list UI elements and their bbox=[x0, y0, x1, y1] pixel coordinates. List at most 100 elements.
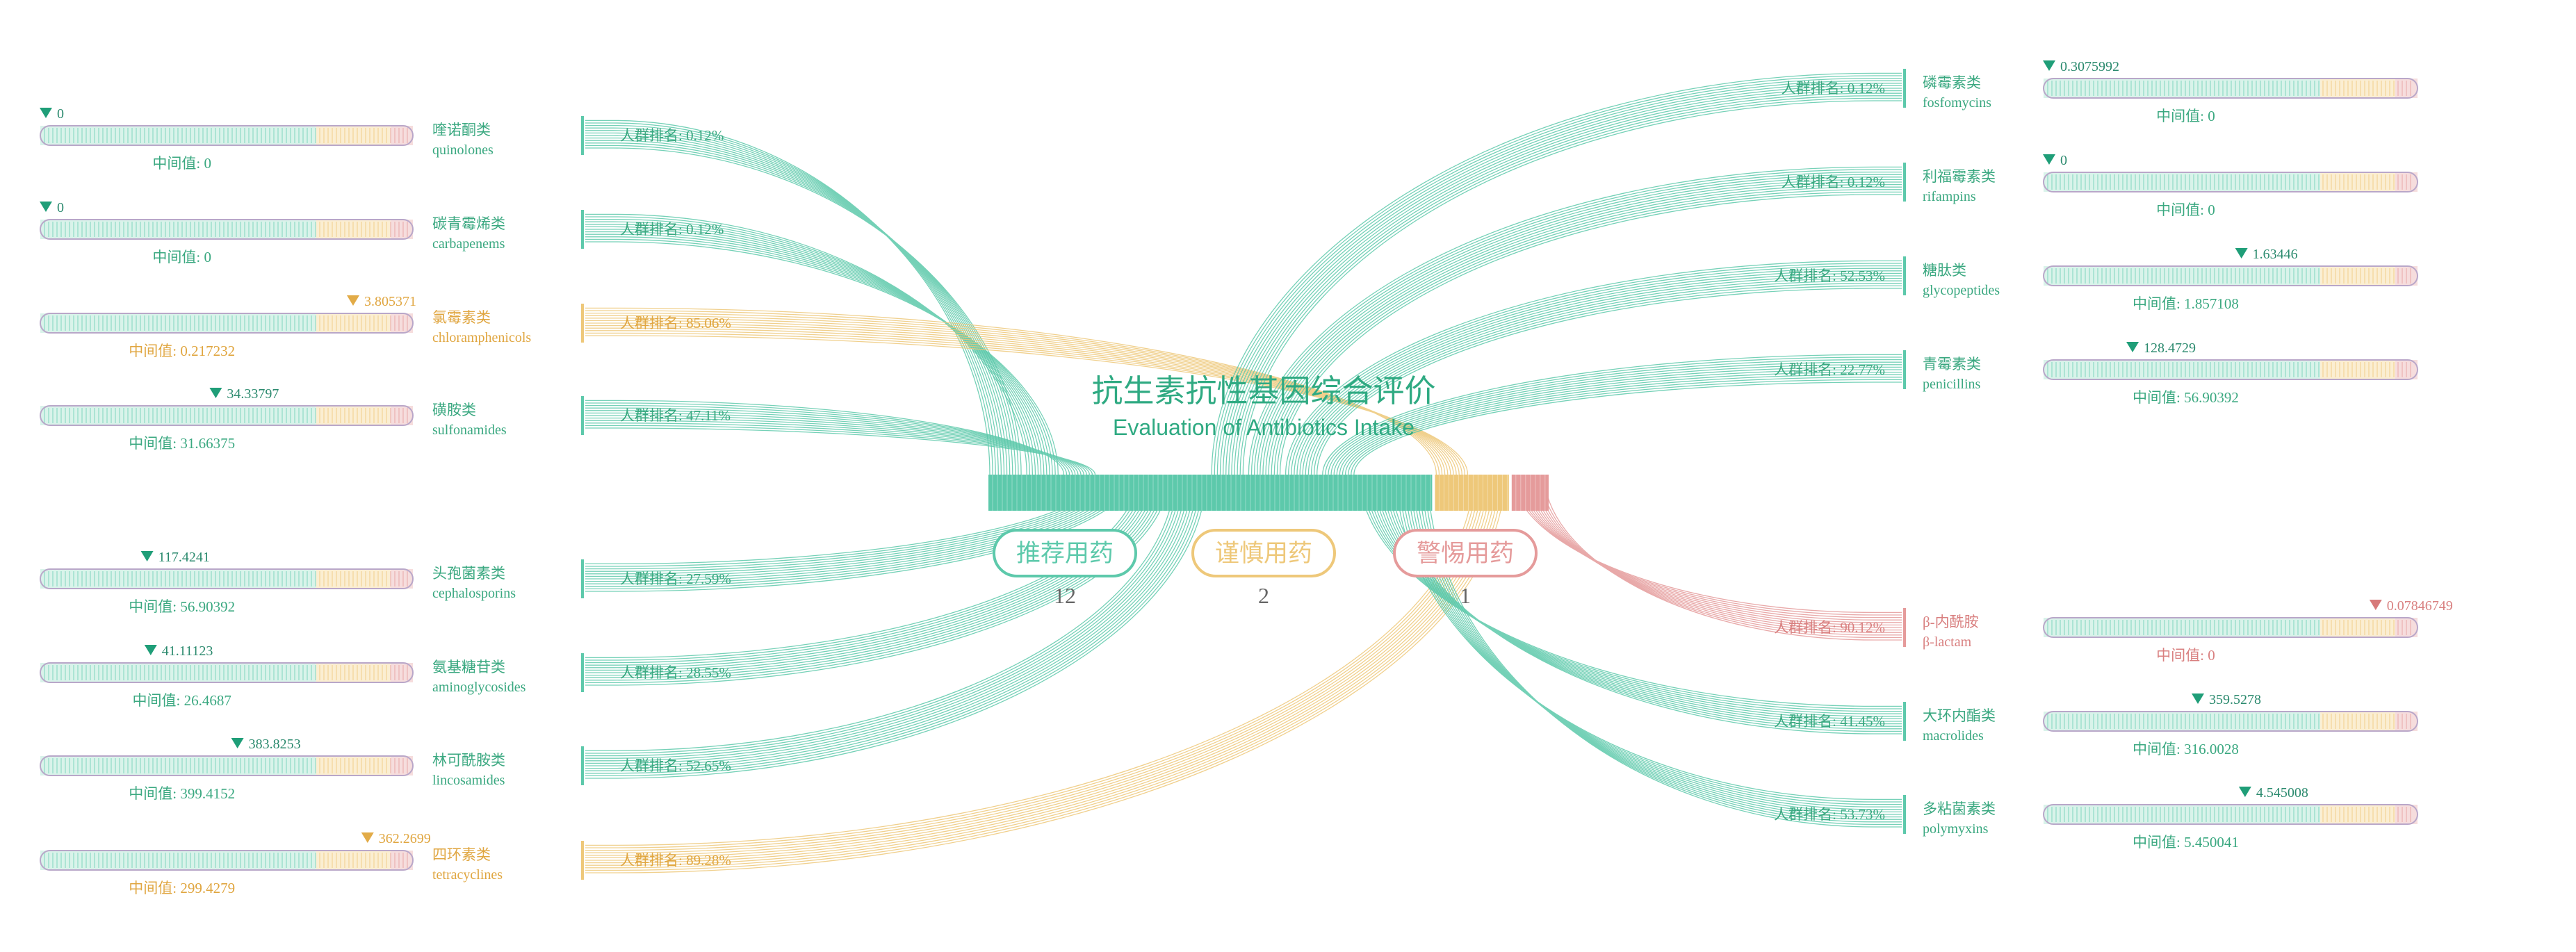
right-item-lactam-rank: 人群排名: 90.12% bbox=[1774, 619, 1885, 636]
right-item-fosfomycins-median: 中间值: 0 bbox=[2156, 108, 2215, 124]
left-item-carbapenems-value: 0 bbox=[57, 200, 64, 215]
category-count-caution: 2 bbox=[1258, 583, 1269, 608]
left-item-chloramphenicols-median: 中间值: 0.217232 bbox=[129, 343, 235, 359]
category-label-alert: 警惕用药 bbox=[1417, 540, 1514, 567]
left-item-cephalosporins-name-zh: 头孢菌素类 bbox=[432, 565, 505, 582]
right-item-macrolides-value: 359.5278 bbox=[2209, 692, 2261, 707]
right-item-polymyxins-rank: 人群排名: 53.73% bbox=[1774, 806, 1885, 823]
right-item-lactam-marker bbox=[2369, 600, 2382, 610]
left-item-lincosamides-rank: 人群排名: 52.65% bbox=[620, 757, 731, 774]
left-item-carbapenems-rank: 人群排名: 0.12% bbox=[620, 221, 724, 238]
left-item-cephalosporins-rank: 人群排名: 27.59% bbox=[620, 571, 731, 587]
left-item-cephalosporins-track bbox=[40, 568, 414, 589]
link-line bbox=[1396, 474, 1902, 801]
link-line bbox=[1532, 474, 1902, 631]
left-item-tetracyclines-name-en: tetracyclines bbox=[432, 867, 503, 883]
right-item-macrolides-name-en: macrolides bbox=[1923, 728, 1984, 744]
left-item-lincosamides-median: 中间值: 399.4152 bbox=[129, 785, 235, 802]
left-item-tetracyclines-marker bbox=[361, 832, 374, 843]
right-item-penicillins-name-zh: 青霉素类 bbox=[1923, 356, 1981, 372]
left-item-aminoglycosides-track bbox=[40, 662, 414, 683]
right-item-macrolides-rank: 人群排名: 41.45% bbox=[1774, 713, 1885, 730]
left-item-sulfonamides-marker bbox=[209, 388, 222, 398]
left-item-aminoglycosides-median: 中间值: 26.4687 bbox=[133, 692, 231, 709]
right-item-rifampins-value: 0 bbox=[2060, 153, 2067, 168]
left-item-aminoglycosides-value: 41.11123 bbox=[162, 643, 213, 659]
left-item-quinolones-rank: 人群排名: 0.12% bbox=[620, 127, 724, 144]
right-item-polymyxins-name-zh: 多粘菌素类 bbox=[1923, 801, 1996, 817]
left-item-tetracyclines-track bbox=[40, 850, 414, 871]
right-item-macrolides-name-zh: 大环内酯类 bbox=[1923, 707, 1996, 724]
category-count-alert: 1 bbox=[1460, 583, 1471, 608]
right-item-fosfomycins-rank: 人群排名: 0.12% bbox=[1782, 80, 1885, 97]
right-item-rifampins-track bbox=[2043, 172, 2418, 192]
left-item-cephalosporins-value: 117.4241 bbox=[158, 550, 210, 565]
link-line bbox=[585, 474, 1178, 754]
left-item-tetracyclines-value: 362.2699 bbox=[379, 831, 431, 846]
right-item-fosfomycins-name-zh: 磷霉素类 bbox=[1923, 74, 1981, 91]
right-item-penicillins-value: 128.4729 bbox=[2144, 340, 2196, 356]
sankey-links bbox=[585, 72, 1902, 873]
left-item-chloramphenicols-name-en: chloramphenicols bbox=[432, 330, 531, 345]
chart-stage: 推荐用药 12 谨慎用药 2 警惕用药 1 0 中间值: 0 喹诺酮类 quinolones 人群… bbox=[0, 0, 2576, 952]
right-item-lactam-name-zh: β-内酰胺 bbox=[1923, 614, 1979, 630]
left-item-carbapenems-median: 中间值: 0 bbox=[152, 249, 211, 265]
right-item-fosfomycins-name-en: fosfomycins bbox=[1923, 95, 1991, 110]
right-item-lactam-link bbox=[1513, 474, 1902, 641]
left-item-quinolones-median: 中间值: 0 bbox=[152, 155, 211, 172]
right-item-polymyxins-value: 4.545008 bbox=[2256, 785, 2308, 801]
antibiotic-evaluation-chart: 推荐用药 12 谨慎用药 2 警惕用药 1 0 中间值: 0 喹诺酮类 quinolones 人群… bbox=[40, 59, 2453, 896]
link-line bbox=[1535, 474, 1902, 633]
left-item-quinolones-track bbox=[40, 125, 414, 146]
right-item-glycopeptides-marker bbox=[2235, 248, 2248, 258]
right-item-polymyxins-marker bbox=[2238, 787, 2251, 797]
left-item-sulfonamides-rank: 人群排名: 47.11% bbox=[620, 407, 731, 424]
right-item-glycopeptides-name-zh: 糖肽类 bbox=[1923, 262, 1966, 279]
link-line bbox=[585, 474, 1181, 757]
left-item-chloramphenicols-track bbox=[40, 313, 414, 334]
left-item-chloramphenicols-name-zh: 氯霉素类 bbox=[432, 309, 491, 326]
left-item-quinolones-name-zh: 喹诺酮类 bbox=[432, 122, 491, 138]
right-item-polymyxins-name-en: polymyxins bbox=[1923, 821, 1989, 837]
left-item-lincosamides-track bbox=[40, 755, 414, 776]
right-item-polymyxins-track bbox=[2043, 804, 2418, 825]
right-item-fosfomycins-track bbox=[2043, 78, 2418, 99]
left-item-carbapenems-name-en: carbapenems bbox=[432, 236, 505, 252]
right-item-macrolides-median: 中间值: 316.0028 bbox=[2133, 741, 2239, 757]
left-item-aminoglycosides-marker bbox=[144, 645, 157, 655]
left-item-sulfonamides-value: 34.33797 bbox=[227, 386, 279, 402]
right-item-fosfomycins-marker bbox=[2043, 60, 2055, 71]
right-item-penicillins-median: 中间值: 56.90392 bbox=[2133, 389, 2239, 406]
left-item-chloramphenicols-rank: 人群排名: 85.06% bbox=[620, 315, 731, 331]
left-item-lincosamides-link bbox=[585, 474, 1207, 779]
left-item-quinolones-name-en: quinolones bbox=[432, 142, 494, 158]
right-item-macrolides-marker bbox=[2192, 694, 2205, 704]
left-item-cephalosporins-marker bbox=[140, 551, 154, 561]
left-item-aminoglycosides-name-en: aminoglycosides bbox=[432, 680, 526, 695]
category-count-recommend: 12 bbox=[1054, 583, 1076, 608]
left-item-tetracyclines-median: 中间值: 299.4279 bbox=[129, 880, 235, 896]
right-item-lactam-name-en: β-lactam bbox=[1923, 634, 1972, 650]
left-item-sulfonamides-name-zh: 磺胺类 bbox=[432, 402, 476, 418]
left-item-carbapenems-marker bbox=[40, 202, 52, 212]
left-item-carbapenems-track bbox=[40, 219, 414, 240]
category-label-recommend: 推荐用药 bbox=[1016, 540, 1114, 567]
left-item-aminoglycosides-rank: 人群排名: 28.55% bbox=[620, 664, 731, 681]
chart-title: 抗生素抗性基因综合评价 bbox=[1091, 373, 1435, 409]
category-bar-recommend bbox=[988, 475, 1433, 511]
left-item-sulfonamides-track bbox=[40, 405, 414, 426]
left-item-chloramphenicols-value: 3.805371 bbox=[364, 294, 416, 309]
left-item-lincosamides-value: 383.8253 bbox=[249, 737, 301, 752]
center-stack: 推荐用药 12 谨慎用药 2 警惕用药 1 bbox=[988, 475, 1549, 608]
left-item-sulfonamides-name-en: sulfonamides bbox=[432, 422, 507, 438]
left-item-lincosamides-marker bbox=[231, 738, 244, 748]
right-item-glycopeptides-name-en: glycopeptides bbox=[1923, 283, 2000, 298]
left-item-cephalosporins-name-en: cephalosporins bbox=[432, 586, 516, 601]
right-item-rifampins-name-en: rifampins bbox=[1923, 189, 1976, 204]
right-item-polymyxins-median: 中间值: 5.450041 bbox=[2133, 834, 2239, 851]
left-item-chloramphenicols-marker bbox=[347, 295, 359, 306]
right-item-penicillins-marker bbox=[2126, 342, 2139, 352]
category-label-caution: 谨慎用药 bbox=[1215, 540, 1312, 567]
right-item-lactam-track bbox=[2043, 617, 2418, 638]
right-item-rifampins-median: 中间值: 0 bbox=[2156, 202, 2215, 218]
